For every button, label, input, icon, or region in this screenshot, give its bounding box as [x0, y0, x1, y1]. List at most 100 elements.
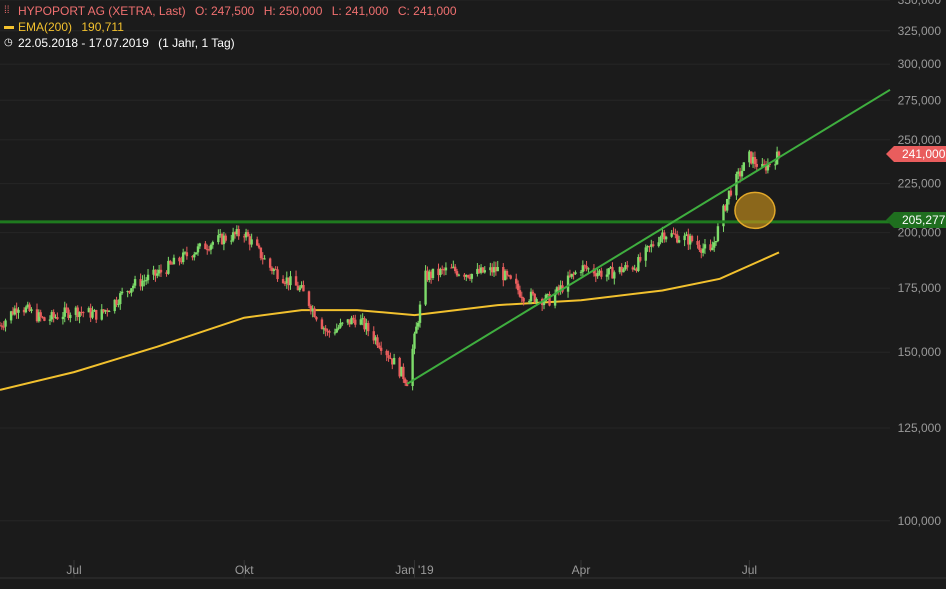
candle-body — [457, 274, 461, 276]
candle-body — [431, 268, 435, 278]
candle-body — [367, 323, 370, 332]
y-tick-label: 275,000 — [898, 93, 942, 107]
candle-body — [69, 314, 72, 318]
candle-body — [659, 236, 662, 243]
ema-line — [0, 251, 780, 391]
candle-body — [48, 319, 52, 321]
last-price-tag: 241,000 — [885, 146, 946, 162]
candle-body — [289, 276, 292, 286]
y-tick-label: 175,000 — [898, 281, 942, 295]
candle-body — [516, 283, 520, 291]
candle-body — [204, 243, 207, 250]
candle-body — [43, 317, 46, 321]
candle-body — [281, 279, 285, 284]
candle-body — [574, 272, 577, 275]
candle-body — [339, 322, 342, 328]
candle-body — [387, 355, 390, 358]
candle-body — [246, 232, 250, 237]
y-tick-label: 225,000 — [898, 177, 942, 191]
candle-body — [352, 317, 355, 320]
candle-body — [24, 307, 28, 313]
candle-body — [698, 244, 701, 250]
candle-body — [313, 308, 316, 318]
candle-body — [0, 325, 4, 327]
candle-body — [596, 272, 599, 277]
candle-body — [198, 243, 202, 247]
candle-body — [333, 332, 337, 334]
candle-body — [172, 257, 176, 265]
candle-body — [622, 269, 625, 273]
candle-body — [255, 239, 259, 246]
candle-body — [701, 248, 705, 253]
candle-body — [39, 312, 42, 317]
ema-value: 190,711 — [81, 20, 124, 34]
candle-body — [209, 244, 213, 250]
candle-body — [774, 164, 777, 166]
candle-body — [716, 226, 720, 242]
y-tick-label: 150,000 — [898, 345, 942, 359]
candle-body — [257, 245, 261, 248]
candle-body — [2, 326, 5, 328]
candle-body — [729, 190, 733, 196]
candle-body — [185, 252, 189, 257]
instrument-name: HYPOPORT AG (XETRA, Last) — [18, 4, 186, 18]
level-price-tag: 205,277 — [885, 212, 946, 228]
candle-body — [276, 269, 279, 280]
candle-body — [169, 260, 172, 264]
candle-body — [117, 304, 120, 306]
y-tick-label: 300,000 — [898, 57, 942, 71]
candle-body — [259, 247, 263, 259]
candle-body — [587, 268, 590, 270]
close-value: C: 241,000 — [397, 4, 457, 18]
candle-body — [181, 252, 185, 263]
candle-body — [683, 235, 686, 241]
candle-body — [95, 309, 98, 320]
candle-body — [607, 268, 610, 275]
candle-body — [144, 280, 148, 282]
candle-body — [224, 235, 227, 241]
candle-body — [520, 296, 523, 299]
range-note: (1 Jahr, 1 Tag) — [158, 36, 235, 50]
candle-body — [505, 270, 509, 276]
candle-body — [354, 319, 357, 325]
candle-body — [742, 162, 746, 171]
candle-body — [696, 241, 699, 245]
date-range: 22.05.2018 - 17.07.2019 — [18, 36, 149, 50]
candle-body — [194, 252, 198, 255]
candle-body — [230, 240, 233, 242]
candle-body — [651, 244, 655, 247]
candle-body — [664, 236, 668, 240]
candle-body — [402, 366, 405, 380]
open-value: O: 247,500 — [194, 4, 255, 18]
candle-body — [535, 299, 538, 303]
candle-body — [159, 269, 163, 273]
candle-body — [320, 319, 324, 329]
candle-body — [378, 345, 381, 348]
candle-body — [307, 291, 311, 306]
candle-body — [566, 275, 570, 292]
candle-body — [146, 274, 150, 281]
x-axis: Jul Okt Jan '19 Apr Jul — [0, 560, 946, 579]
annotations — [0, 88, 891, 385]
candle-body — [65, 307, 68, 310]
candle-body — [444, 267, 448, 271]
candle-body — [141, 280, 144, 287]
y-axis: 350,000 325,000 300,000 275,000 250,000 225,0… — [898, 0, 942, 528]
candle-body — [376, 337, 379, 346]
candle-body — [178, 257, 181, 262]
x-tick-label: Apr — [572, 563, 591, 577]
candle-body — [713, 242, 716, 248]
candle-body — [315, 317, 318, 320]
y-tick-label: 125,000 — [898, 421, 942, 435]
price-chart[interactable]: 350,000 325,000 300,000 275,000 250,000 225,0… — [0, 0, 946, 589]
high-value: H: 250,000 — [263, 4, 323, 18]
candle-body — [263, 258, 266, 260]
candle-body — [196, 246, 200, 253]
highlight-ellipse — [734, 191, 776, 230]
candle-body — [483, 270, 486, 273]
candle-body — [703, 244, 707, 249]
candle-body — [531, 291, 535, 294]
candle-body — [466, 274, 470, 278]
candle-body — [657, 242, 660, 247]
candle-body — [115, 299, 118, 305]
